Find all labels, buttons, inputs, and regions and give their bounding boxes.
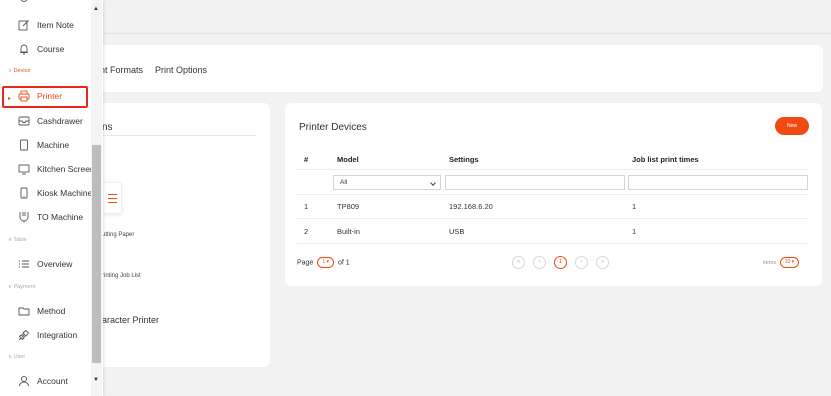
sidebar-item-item-note[interactable]: Item Note — [18, 19, 90, 33]
row-model: Built-in — [337, 227, 360, 236]
to-machine-icon — [18, 211, 30, 223]
card-heading: ns — [102, 122, 113, 133]
edit-icon — [18, 19, 30, 31]
section-label-user: ∨ User — [8, 354, 26, 360]
page-number-button[interactable]: 1 — [554, 256, 567, 269]
model-filter-select[interactable]: All — [333, 175, 441, 190]
bell-icon — [18, 43, 30, 55]
list-icon — [18, 258, 30, 270]
row-number: 1 — [304, 202, 309, 211]
partial-item-top — [18, 0, 58, 4]
sidebar-item-course[interactable]: Course — [18, 43, 90, 57]
caret-right-icon: ▸ — [8, 96, 12, 102]
divider — [297, 243, 807, 244]
column-header-job-list-print-times[interactable]: Job list print times — [632, 155, 699, 164]
prev-page-icon[interactable]: ‹ — [533, 256, 546, 269]
scroll-down-icon[interactable]: ▼ — [93, 377, 99, 383]
row-times: 1 — [632, 202, 637, 211]
option-cutting-paper[interactable]: utting Paper — [102, 232, 134, 238]
sidebar-item-overview[interactable]: Overview — [18, 258, 90, 272]
sidebar: Item Note Course ∨ Device ▸ Printer Cash… — [0, 0, 103, 396]
plug-icon — [18, 329, 30, 341]
top-bar — [0, 0, 831, 34]
sidebar-item-kiosk-machine[interactable]: Kiosk Machine — [18, 187, 92, 201]
sidebar-item-method[interactable]: Method — [18, 305, 90, 319]
row-model: TP809 — [337, 202, 360, 211]
divider — [297, 218, 807, 219]
page-select[interactable]: 1 ▾ — [317, 257, 334, 268]
row-times: 1 — [632, 227, 637, 236]
user-icon — [18, 375, 30, 387]
menu-icon[interactable] — [102, 182, 122, 214]
wallet-icon — [18, 305, 30, 317]
chevron-down-icon — [430, 180, 436, 186]
section-label-table: ∨ Table — [8, 237, 27, 243]
option-character-printer[interactable]: aracter Printer — [102, 315, 159, 325]
monitor-icon — [18, 163, 30, 175]
sidebar-item-printer[interactable]: Printer — [18, 90, 90, 104]
kiosk-icon — [18, 187, 30, 199]
row-settings: 192.168.6.20 — [449, 202, 493, 211]
tab-print-formats[interactable]: nt Formats — [100, 65, 143, 75]
divider — [297, 194, 807, 195]
divider — [297, 169, 807, 170]
sidebar-item-to-machine[interactable]: TO Machine — [18, 211, 90, 225]
sidebar-item-machine[interactable]: Machine — [18, 139, 90, 153]
section-label-payment: ∨ Payment — [8, 284, 36, 290]
pagination-info: Page 1 ▾ of 1 — [297, 257, 350, 268]
column-header-model[interactable]: Model — [337, 155, 359, 164]
last-page-icon[interactable]: » — [596, 256, 609, 269]
sidebar-item-cashdrawer[interactable]: Cashdrawer — [18, 115, 90, 129]
printer-devices-card: Printer Devices New # Model Settings Job… — [285, 103, 822, 286]
job-list-filter-input[interactable] — [628, 175, 808, 190]
tabs-panel: nt Formats Print Options — [90, 45, 823, 92]
scroll-up-icon[interactable]: ▲ — [93, 6, 99, 12]
next-page-icon[interactable]: › — [575, 256, 588, 269]
sidebar-item-integration[interactable]: Integration — [18, 329, 90, 343]
tab-print-options[interactable]: Print Options — [155, 65, 207, 75]
row-settings: USB — [449, 227, 465, 236]
option-printing-job-list[interactable]: rinting Job List — [102, 273, 141, 279]
sidebar-item-kitchen-screen[interactable]: Kitchen Screen — [18, 163, 95, 177]
column-header-number: # — [304, 155, 309, 164]
tablet-icon — [18, 139, 30, 151]
section-label-device: ∨ Device — [8, 68, 31, 74]
items-per-page: items 10 ▾ — [763, 257, 801, 268]
sidebar-item-account[interactable]: Account — [18, 375, 90, 389]
print-options-card: ns utting Paper rinting Job List aracter… — [90, 103, 270, 367]
divider — [100, 135, 256, 136]
sidebar-scrollbar[interactable]: ▲ ▼ — [91, 0, 102, 396]
column-header-settings[interactable]: Settings — [449, 155, 479, 164]
new-button[interactable]: New — [775, 117, 809, 135]
items-per-page-select[interactable]: 10 ▾ — [779, 257, 800, 268]
row-number: 2 — [304, 227, 309, 236]
cashdrawer-icon — [18, 115, 30, 127]
first-page-icon[interactable]: « — [512, 256, 525, 269]
card-title: Printer Devices — [299, 122, 367, 133]
printer-icon — [18, 90, 30, 102]
scrollbar-thumb[interactable] — [92, 145, 101, 363]
settings-filter-input[interactable] — [445, 175, 625, 190]
